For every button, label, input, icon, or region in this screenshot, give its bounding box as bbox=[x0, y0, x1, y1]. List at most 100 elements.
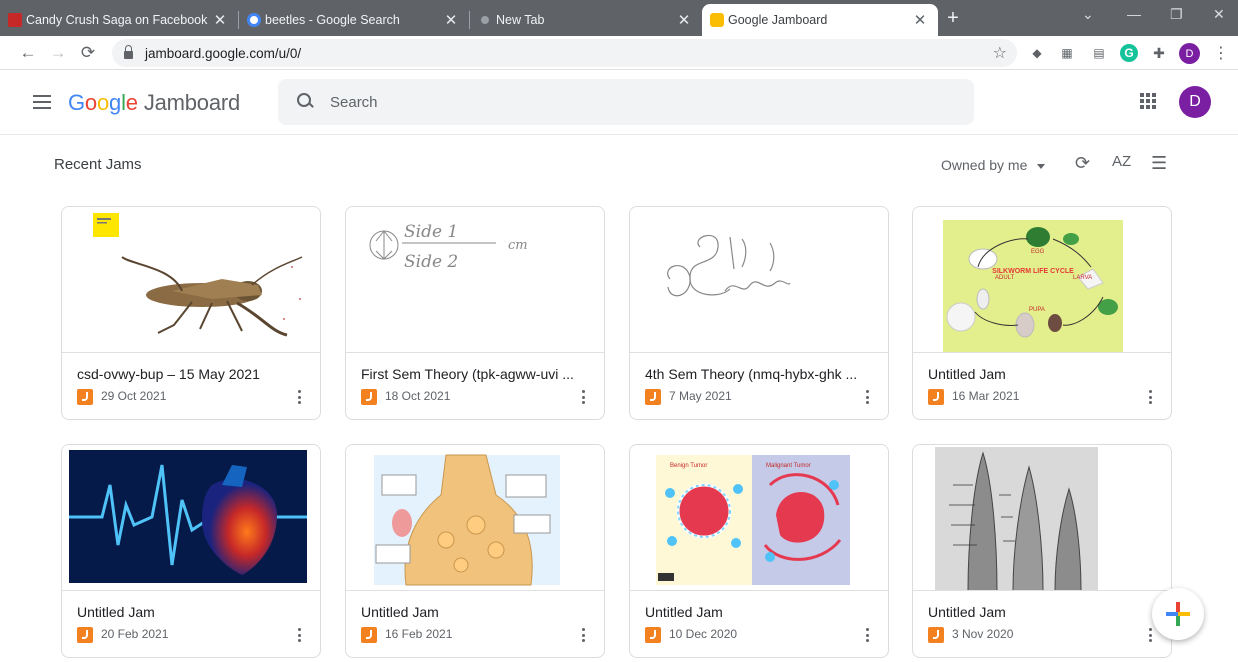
jamboard-file-icon bbox=[361, 389, 377, 405]
jam-card[interactable]: Untitled Jam 16 Feb 2021 bbox=[345, 444, 605, 658]
jam-thumbnail-silkworm-life-cycle: SILKWORM LIFE CYCLE EGG ADULT LARVA PUPA bbox=[913, 207, 1171, 353]
more-options-icon[interactable] bbox=[861, 388, 873, 406]
jam-date: 29 Oct 2021 bbox=[101, 389, 167, 403]
google-apps-icon[interactable] bbox=[1140, 93, 1156, 109]
jam-thumbnail-sketch-sides: Side 1 cm Side 2 bbox=[346, 207, 604, 353]
jamboard-file-icon bbox=[77, 627, 93, 643]
sketch-side2-text: Side 2 bbox=[404, 252, 458, 272]
browser-tab-strip: Candy Crush Saga on Facebook ✕ beetles -… bbox=[0, 0, 1238, 36]
restore-window-icon[interactable]: ❐ bbox=[1170, 6, 1183, 23]
search-box[interactable] bbox=[278, 79, 974, 125]
tab-title: beetles - Google Search bbox=[265, 13, 400, 27]
more-options-icon[interactable] bbox=[577, 388, 589, 406]
tab-title: Google Jamboard bbox=[728, 13, 828, 27]
product-name: Jamboard bbox=[143, 90, 241, 115]
jam-title[interactable]: 4th Sem Theory (nmq-hybx-ghk ... bbox=[645, 366, 860, 382]
more-options-icon[interactable] bbox=[293, 388, 305, 406]
dropdown-caret-icon bbox=[1037, 163, 1046, 169]
jamboard-file-icon bbox=[928, 627, 944, 643]
page-icon[interactable]: ▤ bbox=[1090, 44, 1108, 62]
extension-icon[interactable]: ◆ bbox=[1028, 44, 1046, 62]
address-bar[interactable]: jamboard.google.com/u/0/ ☆ bbox=[112, 39, 1017, 67]
jamboard-file-icon bbox=[928, 389, 944, 405]
close-tab-icon[interactable]: ✕ bbox=[912, 11, 928, 29]
close-tab-icon[interactable]: ✕ bbox=[212, 11, 228, 29]
jam-card[interactable]: Side 1 cm Side 2 First Sem Theory (tpk-a… bbox=[345, 206, 605, 420]
jam-thumbnail-sketch-scribble bbox=[630, 207, 888, 353]
browser-profile-avatar[interactable]: D bbox=[1179, 43, 1200, 64]
jamboard-file-icon bbox=[77, 389, 93, 405]
owner-filter-dropdown[interactable]: Owned by me bbox=[941, 157, 1046, 173]
forward-arrow-icon[interactable]: → bbox=[43, 43, 73, 63]
list-view-icon[interactable]: ☰ bbox=[1151, 153, 1167, 174]
close-tab-icon[interactable]: ✕ bbox=[443, 11, 459, 29]
reading-list-icon[interactable]: ▦ bbox=[1058, 44, 1076, 62]
jam-thumbnail-tumor-comparison: Benign Tumor Malignant Tumor bbox=[630, 445, 888, 591]
jam-card[interactable]: csd-ovwy-bup – 15 May 2021 29 Oct 2021 bbox=[61, 206, 321, 420]
jam-title[interactable]: Untitled Jam bbox=[645, 604, 860, 620]
search-icon[interactable] bbox=[296, 92, 316, 112]
more-options-icon[interactable] bbox=[577, 626, 589, 644]
tab-title: New Tab bbox=[496, 13, 545, 27]
tab-beetles-search[interactable]: beetles - Google Search ✕ bbox=[239, 4, 469, 36]
logo-letter: g bbox=[109, 90, 122, 115]
browser-menu-icon[interactable]: ⋮ bbox=[1212, 44, 1230, 62]
account-avatar[interactable]: D bbox=[1179, 86, 1211, 118]
tab-new-tab[interactable]: New Tab ✕ bbox=[470, 4, 702, 36]
grammarly-icon[interactable]: G bbox=[1120, 44, 1138, 62]
jamboard-favicon-icon bbox=[710, 13, 724, 27]
new-jam-plus-button[interactable] bbox=[1152, 588, 1204, 640]
logo-letter: o bbox=[96, 90, 110, 115]
jam-title[interactable]: Untitled Jam bbox=[361, 604, 576, 620]
close-tab-icon[interactable]: ✕ bbox=[676, 11, 692, 29]
more-options-icon[interactable] bbox=[861, 626, 873, 644]
jamboard-file-icon bbox=[645, 627, 661, 643]
jam-card[interactable]: Untitled Jam 20 Feb 2021 bbox=[61, 444, 321, 658]
puzzle-extensions-icon[interactable]: ✚ bbox=[1150, 44, 1168, 62]
silkworm-larva-text: LARVA bbox=[1073, 275, 1092, 281]
tab-search-chevron-icon[interactable]: ⌄ bbox=[1082, 6, 1094, 23]
jam-title[interactable]: Untitled Jam bbox=[77, 604, 292, 620]
jam-date: 18 Oct 2021 bbox=[385, 389, 451, 403]
jam-title[interactable]: First Sem Theory (tpk-agww-uvi ... bbox=[361, 366, 576, 382]
jam-title[interactable]: Untitled Jam bbox=[928, 604, 1143, 620]
sort-az-icon[interactable]: AZ bbox=[1112, 153, 1131, 170]
main-menu-icon[interactable] bbox=[33, 95, 51, 109]
tab-title: Candy Crush Saga on Facebook bbox=[26, 13, 208, 27]
bookmark-star-icon[interactable]: ☆ bbox=[993, 43, 1007, 63]
jam-title[interactable]: csd-ovwy-bup – 15 May 2021 bbox=[77, 366, 292, 382]
reload-icon[interactable]: ⟳ bbox=[73, 43, 103, 63]
chrome-favicon-icon bbox=[478, 13, 492, 27]
jam-card[interactable]: SILKWORM LIFE CYCLE EGG ADULT LARVA PUPA… bbox=[912, 206, 1172, 420]
silkworm-egg-text: EGG bbox=[1031, 249, 1045, 255]
jam-thumbnail-grasshopper bbox=[62, 207, 320, 353]
more-options-icon[interactable] bbox=[1144, 388, 1156, 406]
refresh-icon[interactable]: ⟳ bbox=[1075, 153, 1090, 174]
silkworm-title-text: SILKWORM LIFE CYCLE bbox=[992, 268, 1074, 275]
close-window-icon[interactable]: ✕ bbox=[1213, 6, 1225, 23]
minimize-window-icon[interactable]: — bbox=[1127, 6, 1141, 22]
jam-date: 20 Feb 2021 bbox=[101, 627, 169, 641]
jam-title[interactable]: Untitled Jam bbox=[928, 366, 1143, 382]
malignant-tumor-text: Malignant Tumor bbox=[766, 463, 811, 469]
sketch-cm-text: cm bbox=[508, 238, 528, 253]
new-tab-plus-icon[interactable]: + bbox=[938, 7, 968, 30]
jam-card[interactable]: Benign Tumor Malignant Tumor Untitled Ja… bbox=[629, 444, 889, 658]
jam-date: 16 Feb 2021 bbox=[385, 627, 453, 641]
jam-thumbnail-plant-apex bbox=[913, 445, 1171, 591]
jam-date: 16 Mar 2021 bbox=[952, 389, 1020, 403]
lock-icon bbox=[124, 45, 133, 59]
search-input[interactable] bbox=[330, 93, 930, 111]
jam-card[interactable]: 4th Sem Theory (nmq-hybx-ghk ... 7 May 2… bbox=[629, 206, 889, 420]
jam-thumbnail-heart-pulse bbox=[62, 445, 320, 591]
tab-candy-crush[interactable]: Candy Crush Saga on Facebook ✕ bbox=[0, 4, 238, 36]
url-text: jamboard.google.com/u/0/ bbox=[145, 45, 302, 61]
logo-letter: G bbox=[68, 90, 85, 115]
more-options-icon[interactable] bbox=[1144, 626, 1156, 644]
tab-google-jamboard[interactable]: Google Jamboard ✕ bbox=[702, 4, 938, 36]
jam-card[interactable]: Untitled Jam 3 Nov 2020 bbox=[912, 444, 1172, 658]
back-arrow-icon[interactable]: ← bbox=[13, 43, 43, 63]
logo-letter: o bbox=[84, 90, 97, 115]
more-options-icon[interactable] bbox=[293, 626, 305, 644]
google-jamboard-logo[interactable]: Google Jamboard bbox=[68, 90, 240, 116]
